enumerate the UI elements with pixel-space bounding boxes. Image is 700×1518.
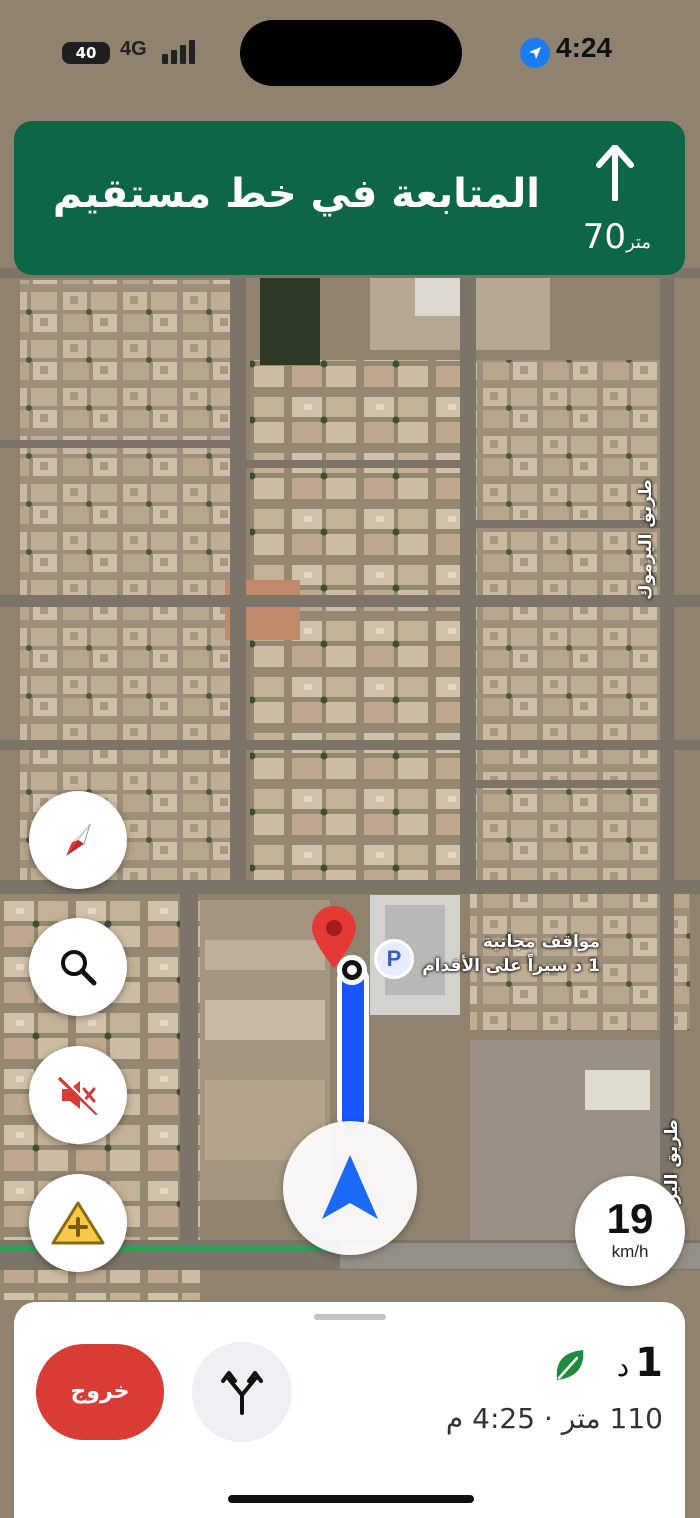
eta-details: 110 متر · 4:25 م bbox=[445, 1402, 663, 1435]
eta-minutes: 1 bbox=[635, 1340, 663, 1386]
route-options-icon bbox=[221, 1371, 263, 1415]
parking-icon[interactable]: P bbox=[374, 939, 414, 979]
speedometer: 19 km/h bbox=[575, 1176, 685, 1286]
parking-label-walk: 1 د سيراً على الأقدام bbox=[422, 956, 600, 976]
direction-banner[interactable]: متر70 المتابعة في خط مستقيم bbox=[14, 121, 685, 275]
sheet-drag-handle[interactable] bbox=[314, 1314, 386, 1320]
watermark-logo bbox=[500, 1476, 680, 1512]
maneuver-instruction: المتابعة في خط مستقيم bbox=[52, 171, 540, 217]
speed-value: 19 bbox=[606, 1195, 654, 1242]
network-type: 4G bbox=[120, 38, 147, 60]
distance-unit: متر bbox=[625, 232, 651, 253]
compass-button[interactable] bbox=[29, 791, 127, 889]
arrow-straight-icon bbox=[596, 145, 634, 201]
report-incident-icon bbox=[51, 1201, 105, 1245]
dynamic-island bbox=[240, 20, 462, 86]
speed-unit: km/h bbox=[611, 1242, 649, 1261]
status-bar: 40 4G 4:24 bbox=[0, 0, 700, 104]
road-label: طريق اليرموك bbox=[636, 479, 656, 600]
home-indicator[interactable] bbox=[228, 1495, 474, 1503]
eta-minutes-unit: د bbox=[616, 1350, 630, 1383]
status-time: 4:24 bbox=[556, 32, 613, 63]
compass-icon bbox=[66, 823, 91, 856]
mute-button[interactable] bbox=[29, 1046, 127, 1144]
sound-off-icon bbox=[58, 1076, 99, 1115]
location-arrow-icon bbox=[520, 38, 550, 68]
signal-icon bbox=[162, 40, 195, 64]
search-icon bbox=[61, 950, 97, 986]
distance-value: 70 bbox=[582, 217, 626, 257]
route-line bbox=[342, 968, 364, 1128]
eta-duration: 1د bbox=[617, 1340, 663, 1386]
parking-label-title: مواقف مجانية bbox=[482, 932, 600, 952]
navigation-arrow-icon bbox=[322, 1155, 378, 1219]
parking-label[interactable]: مواقف مجانية 1 د سيراً على الأقدام bbox=[410, 930, 600, 978]
maneuver-distance: متر70 bbox=[583, 217, 653, 257]
battery-indicator: 40 bbox=[62, 42, 110, 64]
route-options-button[interactable] bbox=[192, 1342, 292, 1442]
eco-leaf-icon bbox=[556, 1350, 584, 1380]
search-button[interactable] bbox=[29, 918, 127, 1016]
exit-button[interactable]: خروج bbox=[36, 1344, 164, 1440]
recenter-button[interactable] bbox=[283, 1121, 417, 1255]
report-incident-button[interactable] bbox=[29, 1174, 127, 1272]
